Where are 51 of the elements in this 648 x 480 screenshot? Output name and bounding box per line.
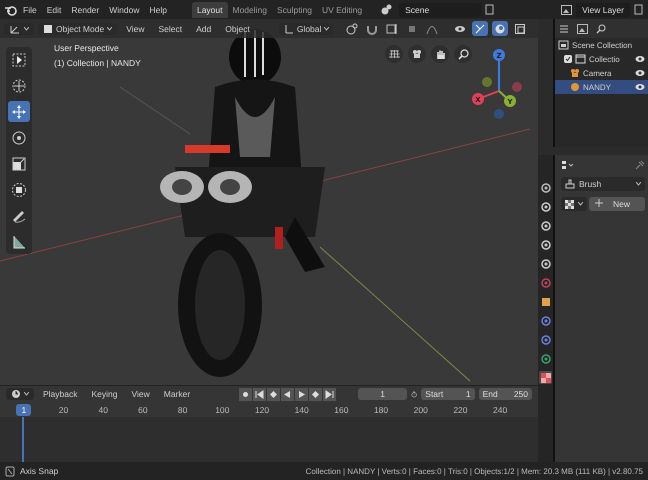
mode-dropdown[interactable]: Object Mode xyxy=(38,22,118,34)
view-layer-field[interactable]: View Layer xyxy=(576,2,630,16)
outliner-label: Collectio xyxy=(589,54,621,64)
menu-item[interactable]: Keying xyxy=(86,388,122,400)
outliner-row[interactable]: Collectio xyxy=(555,52,648,66)
current-frame-field[interactable]: 1 xyxy=(358,388,408,400)
frame-number: 180 xyxy=(374,404,388,414)
menu-item[interactable]: Marker xyxy=(158,388,196,400)
outliner-row[interactable]: Camera xyxy=(555,66,648,80)
outliner-row[interactable]: NANDY xyxy=(555,80,648,94)
frame-number: 80 xyxy=(178,404,188,414)
menu-item[interactable]: Select xyxy=(153,22,188,34)
frame-number: 200 xyxy=(414,404,428,414)
brush-dropdown[interactable]: Brush xyxy=(561,177,645,191)
frame-number: 220 xyxy=(453,404,468,414)
new-button[interactable]: New xyxy=(589,197,645,211)
scene-field[interactable]: Scene xyxy=(399,2,482,16)
start-frame-field[interactable]: Start 1 xyxy=(421,388,475,400)
frame-number: 240 xyxy=(493,404,508,414)
frame-number: 60 xyxy=(138,404,148,414)
frame-number: 120 xyxy=(254,404,270,414)
menu-item[interactable]: Object xyxy=(220,22,255,34)
menu-item[interactable]: Add xyxy=(191,22,216,34)
menu-item[interactable]: Edit xyxy=(42,2,66,16)
viewport-info-text: (1) Collection | NANDY xyxy=(54,58,141,68)
workspace-tab[interactable]: Modeling xyxy=(228,2,272,18)
outliner-row[interactable]: Scene Collection xyxy=(555,38,648,52)
outliner-label: Scene Collection xyxy=(572,40,634,50)
menu-item[interactable]: View xyxy=(121,22,150,34)
frame-number: 160 xyxy=(334,404,348,414)
frame-number: 1 xyxy=(16,404,32,416)
frame-number: 20 xyxy=(58,404,68,414)
workspace-tab[interactable]: Sculpting xyxy=(272,2,317,18)
menu-item[interactable]: View xyxy=(126,388,155,400)
viewport-info-text: User Perspective xyxy=(54,43,120,53)
workspace-tab[interactable]: Layout xyxy=(192,2,228,18)
scene-statistics: Collection | NANDY | Verts:0 | Faces:0 | Tris:0 | Objects:1/2 | Mem: 20.3 MB (111 KB) | v2.80.75 xyxy=(306,466,643,476)
status-hint: Axis Snap xyxy=(20,466,58,476)
workspace-tab[interactable]: UV Editing xyxy=(316,2,368,18)
outliner-label: NANDY xyxy=(583,82,612,92)
outliner-label: Camera xyxy=(583,68,612,78)
frame-number: 140 xyxy=(294,404,309,414)
end-frame-field[interactable]: End 250 xyxy=(478,388,532,400)
frame-number: 40 xyxy=(98,404,108,414)
orientation-dropdown[interactable]: Global xyxy=(278,22,334,34)
menu-item[interactable]: Window xyxy=(104,2,144,16)
menu-item[interactable]: Render xyxy=(66,2,104,16)
menu-item[interactable]: Playback xyxy=(38,388,82,400)
frame-number: 100 xyxy=(215,404,230,414)
menu-item[interactable]: File xyxy=(18,2,42,16)
menu-item[interactable]: Help xyxy=(144,2,172,16)
